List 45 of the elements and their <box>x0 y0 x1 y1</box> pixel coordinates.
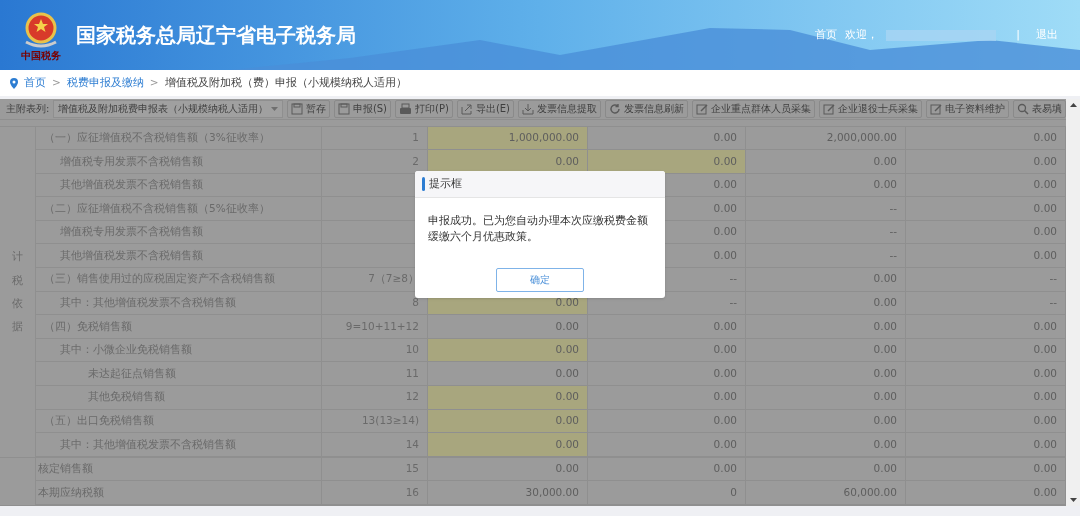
save-icon <box>337 102 350 115</box>
breadcrumb-separator: > <box>149 75 159 91</box>
confirm-button[interactable]: 确定 <box>496 268 584 292</box>
value-cell: 0.00 <box>428 338 588 362</box>
breadcrumb-link[interactable]: 税费申报及缴纳 <box>66 75 144 91</box>
refresh-icon <box>609 102 621 115</box>
location-pin-icon <box>10 77 18 89</box>
edit-icon <box>823 102 835 115</box>
toolbar-button[interactable]: 企业重点群体人员采集 <box>692 99 815 118</box>
caret-icon <box>270 106 278 111</box>
header-divider: | <box>1016 26 1020 43</box>
breadcrumb-current: 增值税及附加税（费）申报（小规模纳税人适用） <box>164 75 407 91</box>
toolbar-button[interactable]: 发票信息刷新 <box>605 99 688 118</box>
table-select[interactable]: 增值税及附加税费申报表（小规模纳税人适用） <box>53 99 283 118</box>
breadcrumb-link[interactable]: 首页 <box>24 75 46 91</box>
scroll-down-icon[interactable] <box>1069 498 1077 502</box>
tray-download-icon <box>522 102 534 115</box>
breadcrumb-separator: > <box>52 75 61 91</box>
print-icon <box>399 102 413 115</box>
search-icon <box>1017 102 1029 115</box>
value-cell: 0.00 <box>428 150 588 173</box>
toolbar-button[interactable]: 表易填 <box>1013 99 1066 118</box>
dialog-title: 提示框 <box>429 175 462 192</box>
scrollbar[interactable] <box>1066 99 1080 506</box>
toolbar-button[interactable]: 打印(P) <box>395 99 453 118</box>
export-icon <box>460 102 473 115</box>
toolbar-button[interactable]: 企业退役士兵采集 <box>819 99 922 118</box>
toolbar-button[interactable]: 电子资料维护 <box>926 99 1009 118</box>
title-accent-bar <box>422 177 425 191</box>
site-title: 国家税务总局辽宁省电子税务局 <box>76 22 356 49</box>
toolbar-button[interactable]: 发票信息提取 <box>518 99 601 118</box>
toolbar-button[interactable]: 暂存 <box>286 99 330 118</box>
edit-icon <box>930 102 942 115</box>
value-cell: 0.00 <box>588 150 746 173</box>
value-cell: 0.00 <box>428 386 588 409</box>
toolbar-button[interactable]: 导出(E) <box>456 99 514 118</box>
edit-icon <box>696 102 708 115</box>
scroll-up-icon[interactable] <box>1069 103 1077 107</box>
value-cell: 1,000,000.00 <box>428 126 588 150</box>
toolbar-button[interactable]: 申报(S) <box>333 99 392 118</box>
toolbar-label: 主附表列: <box>6 102 50 117</box>
value-cell: 0.00 <box>428 433 588 456</box>
save-icon <box>290 102 303 115</box>
emblem-caption: 中国税务 <box>21 49 61 61</box>
value-cell: 0.00 <box>428 409 588 433</box>
